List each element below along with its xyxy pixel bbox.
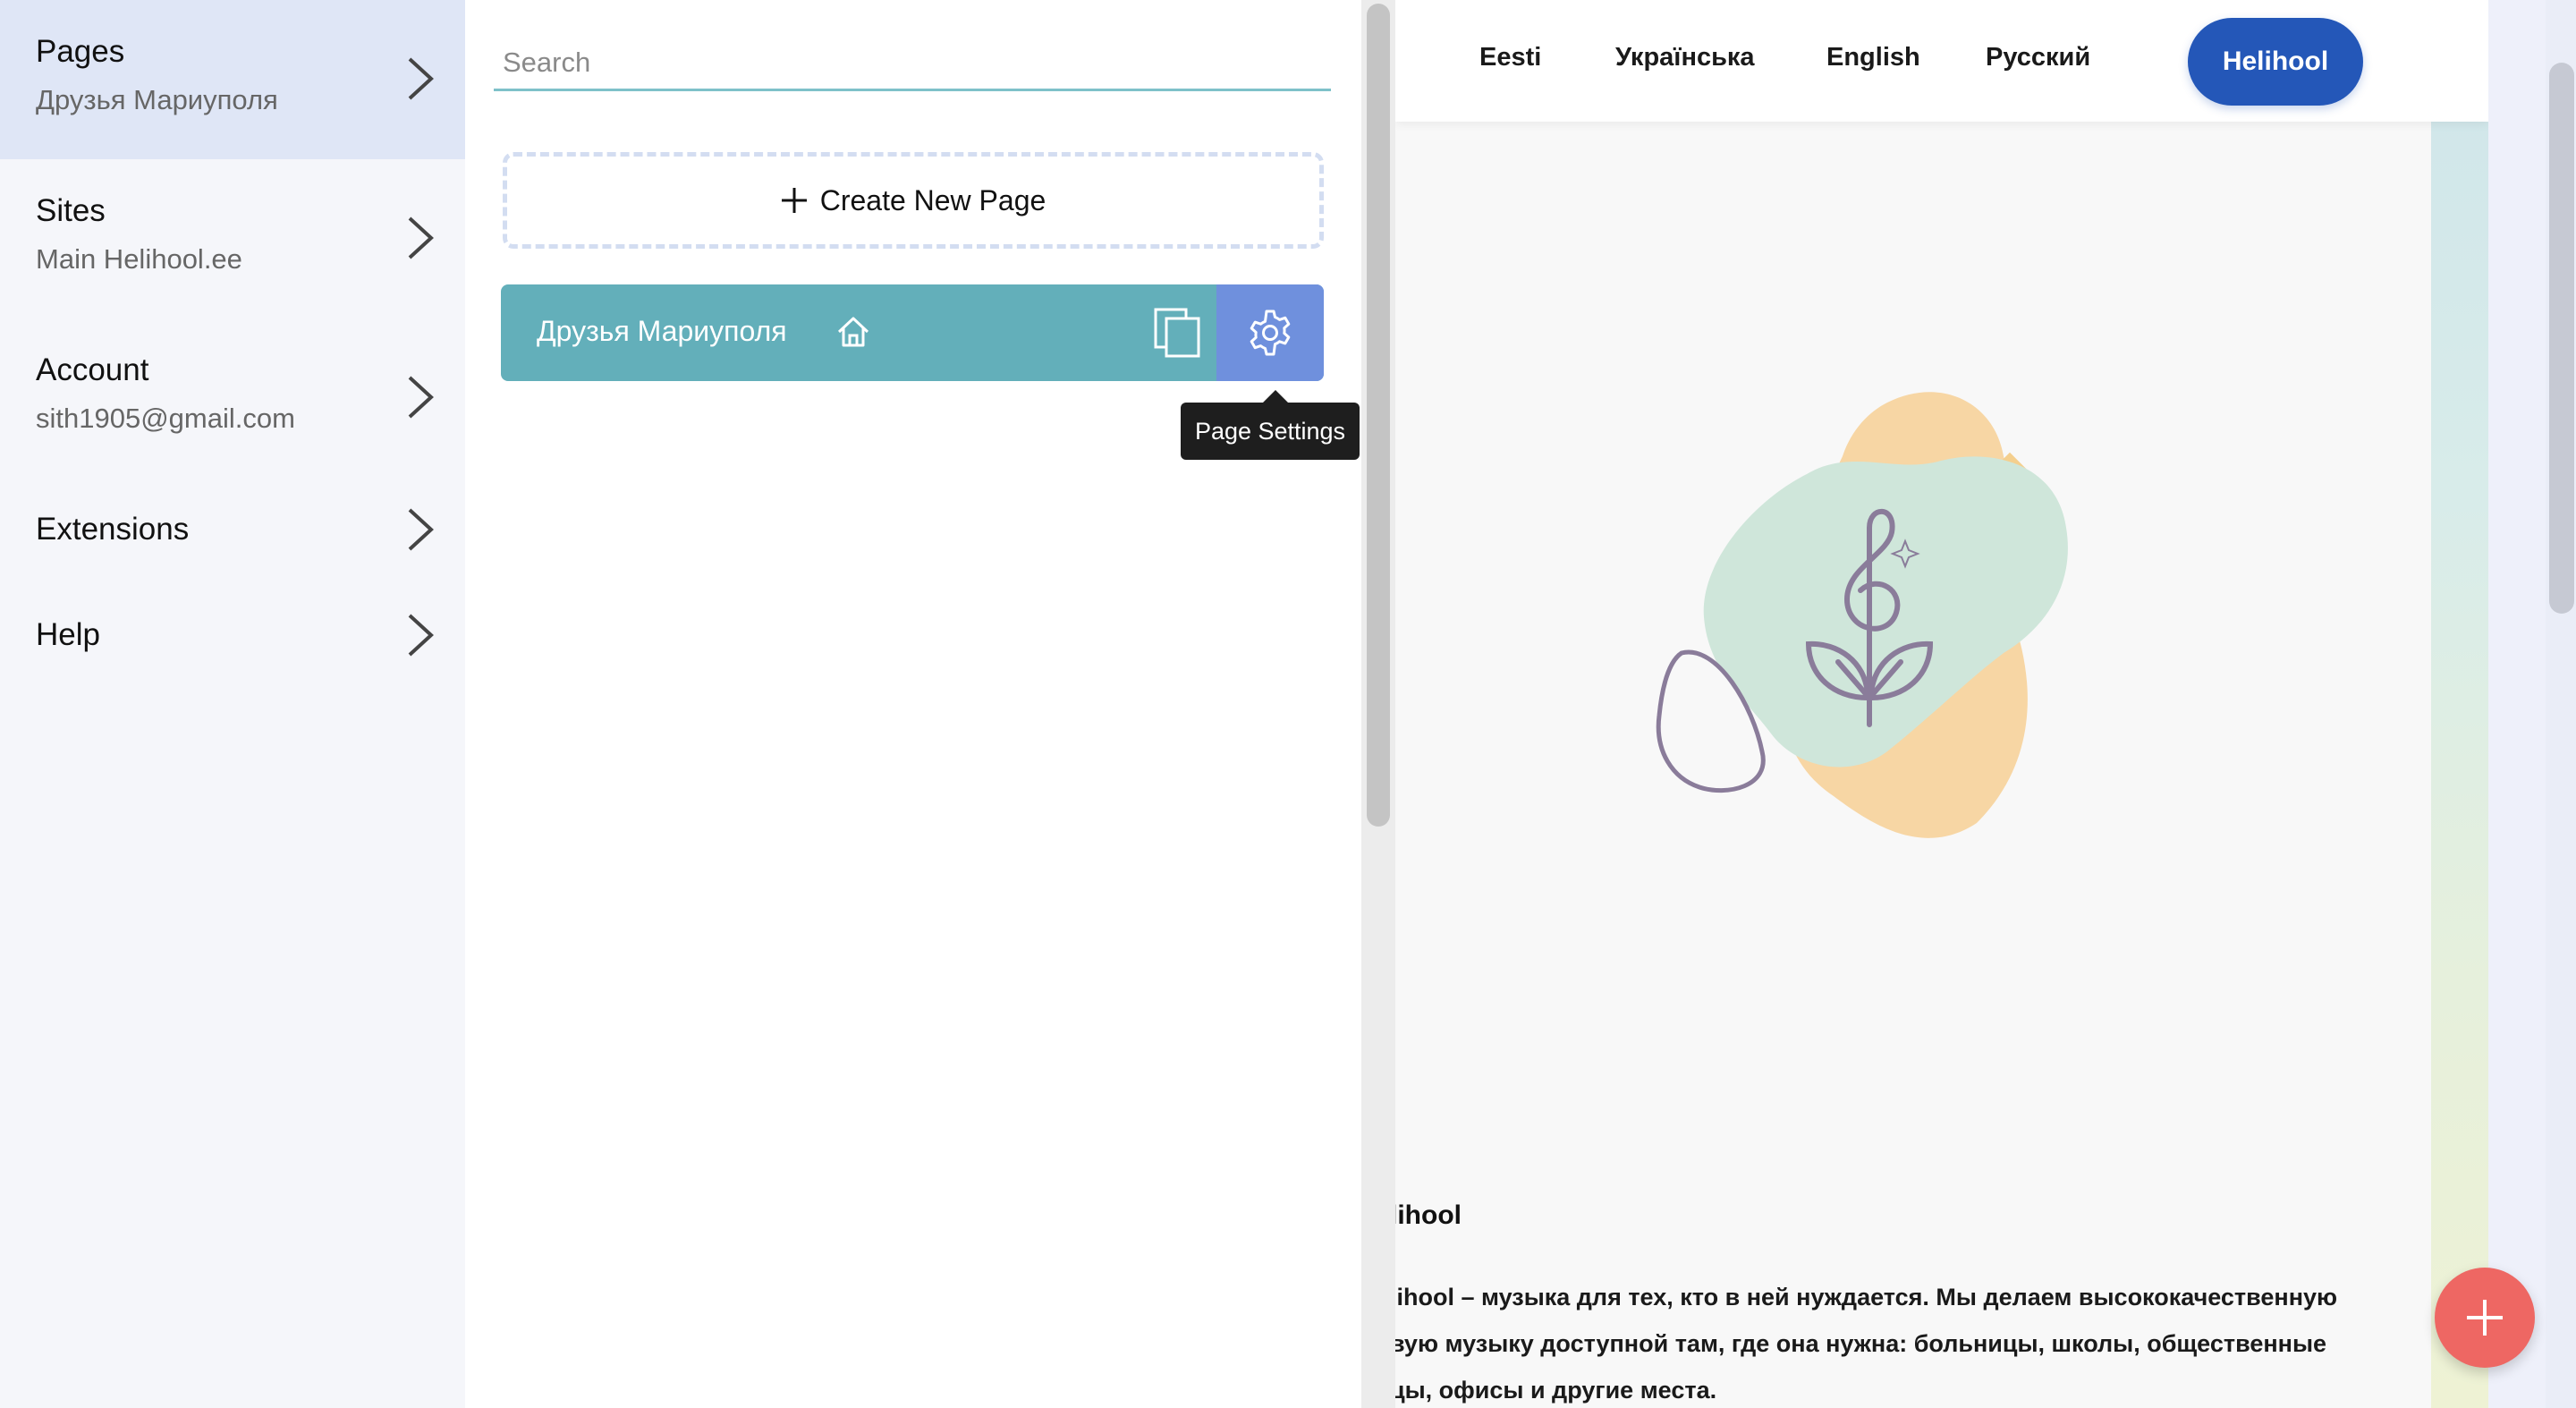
plus-icon [2467, 1300, 2503, 1336]
nav-item-account-title: Account [36, 352, 149, 387]
create-new-page-button[interactable]: Create New Page [503, 152, 1324, 249]
gear-icon [1250, 310, 1291, 356]
nav-item-sites[interactable]: Sites Main Helihool.ee [0, 159, 465, 318]
page-row: Друзья Мариуполя [501, 284, 1324, 381]
preview-text-line: lihool – музыка для тех, кто в ней нужда… [1395, 1284, 2338, 1310]
preview-side-strip [2431, 0, 2488, 1408]
nav-item-account-sub: sith1905@gmail.com [36, 403, 295, 434]
language-bar: Eesti Українська English Русский Helihoo… [1395, 0, 2488, 122]
preview-text-line: цы, офисы и другие места. [1395, 1377, 1717, 1404]
brand-button[interactable]: Helihool [2188, 18, 2363, 106]
page-name: Друзья Мариуполя [537, 315, 787, 347]
site-preview: Eesti Українська English Русский Helihoo… [1395, 0, 2488, 1408]
nav-item-pages-sub: Друзья Мариуполя [36, 84, 278, 115]
lang-link-russian[interactable]: Русский [1986, 43, 2090, 72]
chevron-right-icon [408, 216, 434, 259]
nav-item-sites-sub: Main Helihool.ee [36, 243, 242, 275]
nav-item-pages[interactable]: Pages Друзья Мариуполя [0, 0, 465, 159]
preview-section-title: lihool [1395, 1200, 1462, 1230]
panel-scrollbar-thumb[interactable] [1367, 4, 1390, 827]
page-settings-button[interactable] [1216, 284, 1324, 381]
preview-scrollbar-thumb[interactable] [2549, 63, 2574, 614]
nav-item-extensions-title: Extensions [36, 512, 190, 547]
lang-link-english[interactable]: English [1826, 43, 1920, 72]
create-new-page-label: Create New Page [819, 183, 1046, 216]
preview-text-line: вую музыку доступной там, где она нужна:… [1395, 1330, 2327, 1357]
home-icon [837, 317, 869, 347]
lang-link-ukrainian[interactable]: Українська [1615, 43, 1755, 72]
page-row-open[interactable]: Друзья Мариуполя [501, 284, 1216, 381]
chevron-right-icon [408, 614, 434, 657]
nav-item-help-title: Help [36, 617, 100, 652]
duplicate-page-icon[interactable] [1152, 306, 1202, 360]
main-nav: Pages Друзья Мариуполя Sites Main Heliho… [0, 0, 465, 1408]
preview-section-text: lihool – музыка для тех, кто в ней нужда… [1395, 1274, 2392, 1408]
plus-icon [781, 188, 807, 213]
pages-panel: Create New Page Друзья Мариуполя P [465, 0, 1361, 1408]
panel-scrollbar[interactable] [1361, 0, 1395, 1408]
chevron-right-icon [408, 508, 434, 551]
add-element-button[interactable] [2435, 1268, 2535, 1368]
search-input[interactable] [494, 36, 1331, 89]
search-field [494, 36, 1331, 91]
chevron-right-icon [408, 57, 434, 100]
chevron-right-icon [408, 376, 434, 419]
helihool-logo-illustration [1656, 392, 2068, 838]
nav-item-account[interactable]: Account sith1905@gmail.com [0, 318, 465, 478]
page-settings-tooltip: Page Settings [1181, 390, 1360, 460]
nav-item-sites-title: Sites [36, 193, 106, 228]
nav-item-pages-title: Pages [36, 34, 125, 69]
nav-item-extensions[interactable]: Extensions [0, 478, 465, 581]
lang-link-eesti[interactable]: Eesti [1479, 43, 1541, 72]
nav-item-help[interactable]: Help [0, 581, 465, 685]
